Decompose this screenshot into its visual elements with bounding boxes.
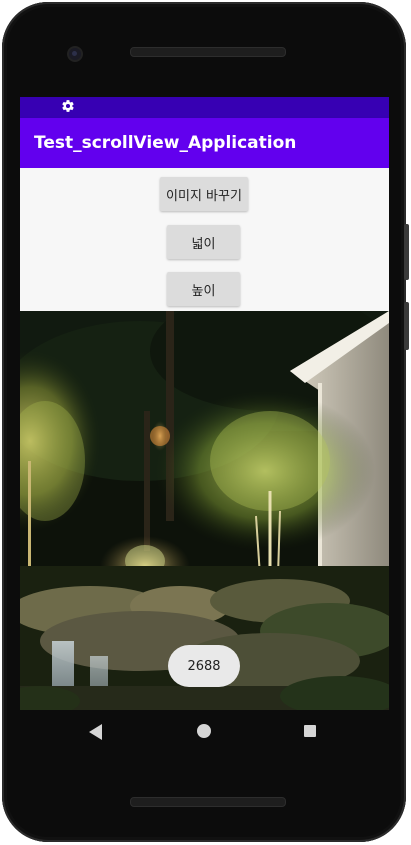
top-speaker xyxy=(130,47,286,57)
toast-message: 2688 xyxy=(168,645,240,687)
height-button[interactable]: 높이 xyxy=(167,272,240,306)
power-button xyxy=(404,224,409,280)
navigation-bar xyxy=(20,710,389,754)
app-bar: Test_scrollView_Application xyxy=(20,118,389,168)
gear-icon xyxy=(62,100,74,112)
width-button[interactable]: 넓이 xyxy=(167,225,240,259)
app-title: Test_scrollView_Application xyxy=(34,133,297,153)
back-icon[interactable] xyxy=(89,724,103,740)
screen: Test_scrollView_Application 이미지 바꾸기 넓이 높… xyxy=(20,97,389,710)
bottom-speaker xyxy=(130,797,286,807)
volume-button xyxy=(404,302,409,350)
recents-icon[interactable] xyxy=(304,725,316,737)
button-panel: 이미지 바꾸기 넓이 높이 xyxy=(20,168,389,311)
change-image-button[interactable]: 이미지 바꾸기 xyxy=(160,177,248,211)
front-camera xyxy=(69,48,81,60)
status-bar xyxy=(20,97,389,118)
home-icon[interactable] xyxy=(197,724,211,738)
